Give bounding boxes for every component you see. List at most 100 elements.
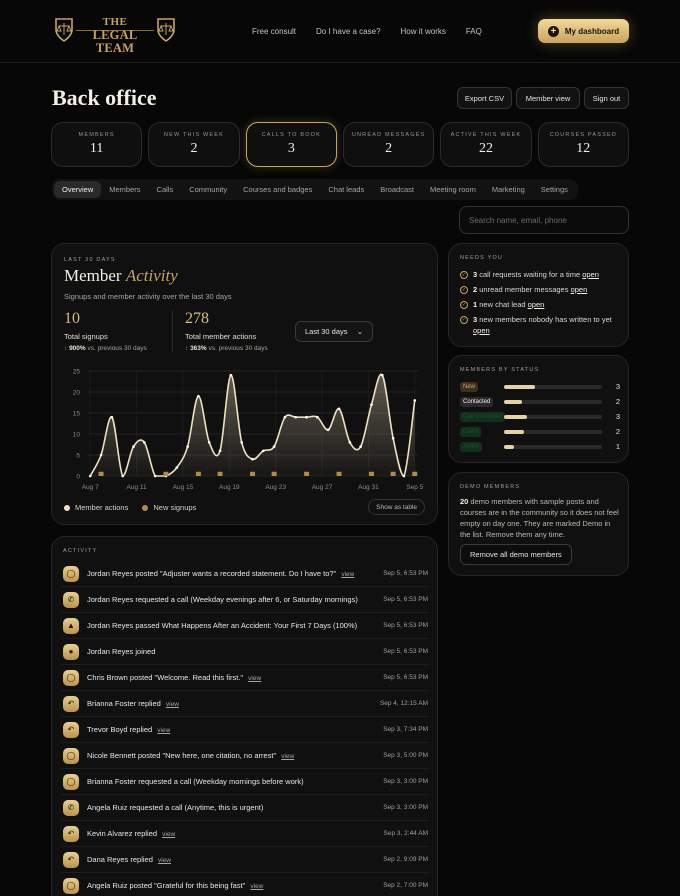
activity-panel: ACTIVITY ◯ Jordan Reyes posted "Adjuster … (51, 536, 438, 896)
activity-text: Jordan Reyes passed What Happens After a… (87, 621, 357, 630)
stat-card-courses-passed[interactable]: COURSES PASSED 12 (537, 122, 629, 167)
stat-label: COURSES PASSED (549, 132, 618, 138)
stat-card-members[interactable]: MEMBERS 11 (51, 122, 143, 167)
status-row[interactable]: Client 2 (460, 427, 620, 437)
nav-how-it-works[interactable]: How it works (401, 27, 446, 36)
needs-text: call requests waiting for a time (477, 270, 583, 279)
stat-card-new-this-week[interactable]: NEW THIS WEEK 2 (148, 122, 240, 167)
open-link[interactable]: open (528, 300, 545, 309)
kpi-divider (172, 310, 173, 352)
stat-card-unread-messages[interactable]: UNREAD MESSAGES 2 (342, 122, 435, 167)
tab-settings[interactable]: Settings (533, 181, 576, 198)
my-dashboard-button[interactable]: + My dashboard (538, 19, 629, 43)
sign-out-button[interactable]: Sign out (584, 87, 629, 109)
needs-text: new members nobody has written to yet (477, 315, 612, 324)
new-signups-bar (217, 471, 223, 476)
main-nav: Free consult Do I have a case? How it wo… (252, 27, 502, 36)
activity-time: Sep 2, 7:00 PM (383, 882, 428, 889)
member-actions-point (186, 445, 189, 448)
activity-row: ✆ Angela Ruiz requested a call (Anytime, … (61, 795, 430, 821)
arrow-up-icon: ↑ (185, 345, 189, 352)
chat-bubble-icon: ◯ (63, 565, 79, 582)
range-select[interactable]: Last 30 days ⌄ (295, 321, 373, 342)
new-signups-bar (304, 471, 310, 476)
y-tick-label: 25 (73, 369, 81, 376)
status-row[interactable]: New 3 (460, 382, 620, 392)
status-row[interactable]: Call scheduled 3 (460, 412, 620, 422)
status-chip: Call scheduled (460, 412, 506, 422)
tab-bar: Overview Members Calls Community Courses… (52, 179, 578, 200)
user-icon: ● (63, 643, 79, 660)
tab-members[interactable]: Members (101, 181, 148, 198)
activity-row: ◯ Angela Ruiz posted "Grateful for this b… (61, 873, 430, 896)
view-link[interactable]: view (281, 753, 294, 760)
legend-dot (142, 505, 149, 512)
nav-free-consult[interactable]: Free consult (252, 27, 296, 36)
member-actions-point (272, 445, 276, 448)
activity-chart: 0 5 10 15 20 25 Aug 7 Aug 11 Aug 15 Aug 19 Aug 23 A… (73, 369, 424, 492)
kpi-label: Total member actions (185, 332, 257, 341)
x-tick-label: Aug 27 (312, 484, 333, 491)
nav-do-i-have-a-case[interactable]: Do I have a case? (316, 27, 380, 36)
kpi-value: 10 (64, 310, 80, 327)
view-link[interactable]: view (341, 571, 354, 578)
view-link[interactable]: view (157, 727, 170, 734)
activity-eyebrow: ACTIVITY (63, 548, 98, 554)
member-actions-point (413, 399, 417, 402)
open-link[interactable]: open (582, 270, 599, 279)
tab-chat-leads[interactable]: Chat leads (320, 181, 372, 198)
new-signups-bar (163, 471, 169, 476)
member-actions-point (240, 441, 243, 444)
nav-faq[interactable]: FAQ (466, 27, 482, 36)
export-csv-button[interactable]: Export CSV (457, 87, 512, 109)
status-bar-track (504, 445, 602, 449)
page-title: Back office (52, 85, 157, 110)
status-count: 2 (615, 427, 620, 436)
view-link[interactable]: view (250, 883, 263, 890)
member-actions-point (337, 407, 341, 411)
activity-time: Sep 5, 6:53 PM (383, 622, 428, 629)
check-circle-icon: ✓ (460, 316, 468, 324)
tab-community[interactable]: Community (181, 181, 235, 198)
member-actions-point (262, 449, 265, 453)
activity-description: Kevin Alvarez replied (87, 829, 158, 838)
view-link[interactable]: view (162, 831, 175, 838)
tab-calls[interactable]: Calls (149, 181, 182, 198)
new-signups-bar (195, 471, 201, 476)
tab-meeting-room[interactable]: Meeting room (422, 181, 484, 198)
status-row[interactable]: Active 1 (460, 442, 620, 452)
tab-broadcast[interactable]: Broadcast (372, 181, 422, 198)
view-link[interactable]: view (158, 857, 171, 864)
members-by-status-panel: MEMBERS BY STATUS New 3 Contacted 2 Call sch… (448, 355, 629, 463)
show-as-table-button[interactable]: Show as table (368, 499, 425, 515)
shield-scales-icon (55, 18, 73, 42)
activity-text: Angela Ruiz posted "Grateful for this be… (87, 881, 263, 890)
stat-card-active-this-week[interactable]: ACTIVE THIS WEEK 22 (440, 122, 532, 167)
view-link[interactable]: view (248, 675, 261, 682)
tab-courses-and-badges[interactable]: Courses and badges (235, 181, 320, 198)
legend-new-signups: New signups (142, 503, 196, 512)
remove-demo-members-button[interactable]: Remove all demo members (460, 544, 572, 565)
stat-card-calls-to-book[interactable]: CALLS TO BOOK 3 (245, 122, 337, 167)
x-tick-label: Aug 7 (82, 484, 99, 491)
member-view-button[interactable]: Member view (516, 87, 580, 109)
open-link[interactable]: open (571, 285, 588, 294)
activity-description: Angela Ruiz posted "Grateful for this be… (87, 881, 246, 890)
open-link[interactable]: open (473, 326, 490, 335)
status-count: 2 (615, 397, 620, 406)
stat-label: ACTIVE THIS WEEK (450, 132, 522, 138)
tab-overview[interactable]: Overview (54, 181, 102, 198)
status-row[interactable]: Contacted 2 (460, 397, 620, 407)
new-signups-bar (271, 471, 277, 476)
activity-time: Sep 3, 3:00 PM (383, 804, 428, 811)
tab-marketing[interactable]: Marketing (484, 181, 533, 198)
member-actions-point (88, 474, 92, 478)
member-actions-point (197, 394, 200, 398)
demo-members-panel: DEMO MEMBERS 20 demo members with sample… (448, 472, 629, 576)
activity-description: Jordan Reyes posted "Adjuster wants a re… (87, 569, 337, 578)
brand-logo[interactable]: THE LEGAL TEAM (54, 17, 176, 54)
search-input[interactable] (460, 207, 628, 233)
member-actions-point (305, 415, 308, 419)
view-link[interactable]: view (166, 701, 179, 708)
activity-time: Sep 3, 7:34 PM (383, 726, 428, 733)
